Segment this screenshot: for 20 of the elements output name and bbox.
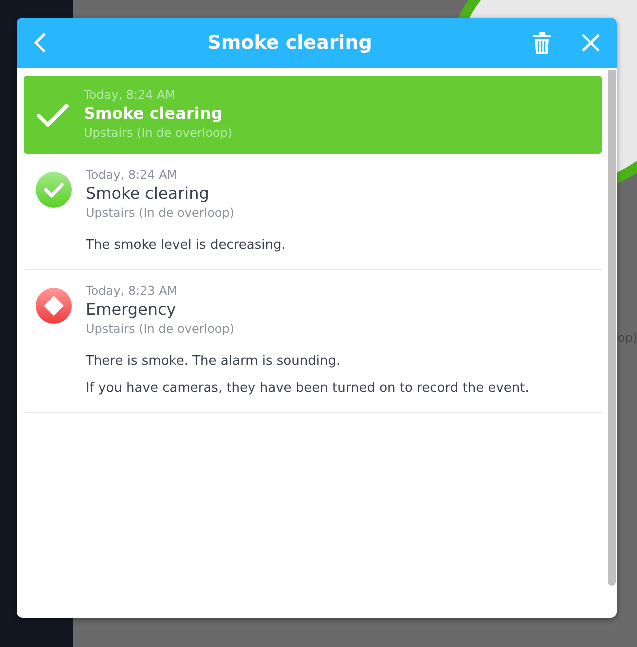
- event-detail: If you have cameras, they have been turned on to record the event.: [86, 381, 530, 396]
- event-title: Smoke clearing: [86, 184, 210, 203]
- event-time: Today, 8:23 AM: [86, 284, 179, 298]
- dialog-title: Smoke clearing: [206, 32, 374, 54]
- event-time: Today, 8:24 AM: [86, 168, 179, 182]
- back-icon: [33, 32, 47, 54]
- event-detail: There is smoke. The alarm is sounding.: [86, 354, 342, 369]
- event-location: Upstairs (In de overloop): [84, 126, 233, 140]
- event-location: Upstairs (In de overloop): [86, 322, 236, 336]
- event-detail: The smoke level is decreasing.: [86, 238, 286, 253]
- event-location: Upstairs (In de overloop): [86, 206, 236, 220]
- event-title: Emergency: [86, 300, 178, 319]
- event-row[interactable]: Today, 8:24 AM Smoke clearing Upstairs (In de overloop) The smoke level is decreasing.: [24, 154, 602, 270]
- check-circle-icon: [36, 172, 72, 208]
- close-icon: [581, 33, 601, 53]
- trash-icon: [533, 32, 551, 54]
- scrollbar[interactable]: [608, 70, 616, 586]
- event-time: Today, 8:24 AM: [84, 88, 177, 102]
- event-title: Smoke clearing: [84, 104, 224, 123]
- event-row[interactable]: Today, 8:23 AM Emergency Upstairs (In de overloop) There is smoke. The alarm is sounding. If you have cameras, they have been turned on to record the event.: [24, 270, 602, 413]
